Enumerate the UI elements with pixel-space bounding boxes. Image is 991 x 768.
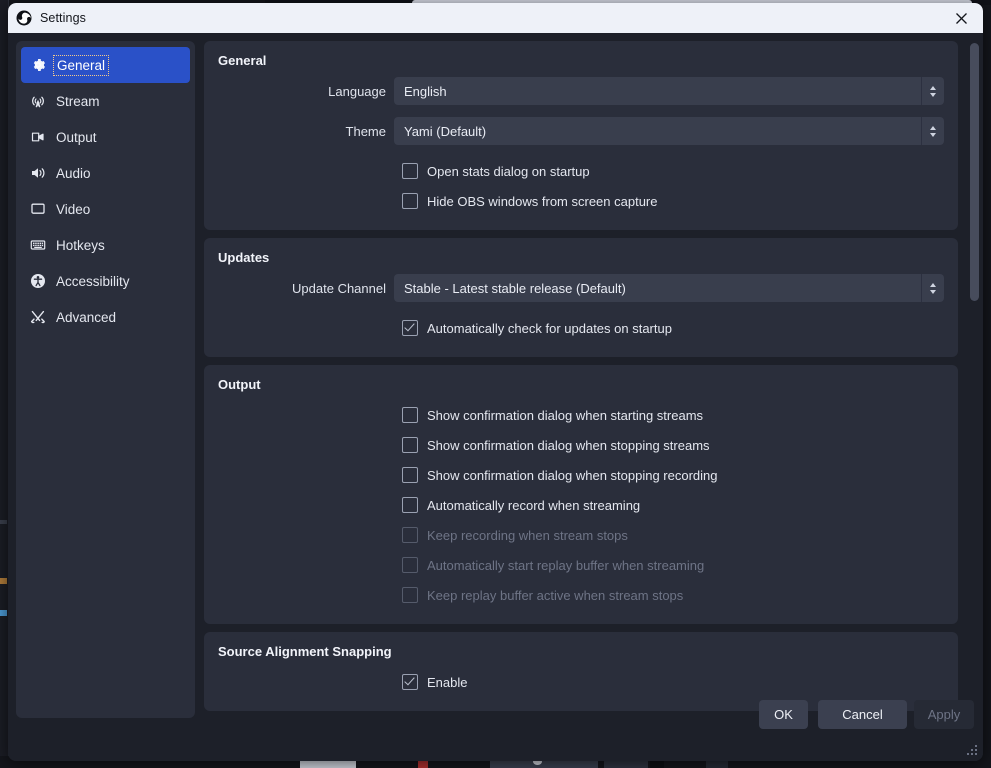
sidebar-item-label: Video (56, 201, 91, 217)
checkbox-box (402, 557, 418, 573)
resize-grip-icon[interactable] (966, 744, 978, 756)
sidebar-item-video[interactable]: Video (21, 191, 190, 227)
accessibility-icon (29, 272, 47, 290)
theme-label: Theme (345, 123, 386, 139)
auto-record-when-streaming-checkbox-row[interactable]: Automatically record when streaming (218, 490, 944, 520)
checkbox-box[interactable] (402, 497, 418, 513)
obs-logo-icon (16, 10, 32, 26)
sidebar-item-accessibility[interactable]: Accessibility (21, 263, 190, 299)
open-stats-dialog-checkbox-row[interactable]: Open stats dialog on startup (218, 156, 944, 186)
confirm-start-stream-checkbox-row[interactable]: Show confirmation dialog when starting s… (218, 400, 944, 430)
update-channel-row: Update Channel Stable - Latest stable re… (218, 273, 944, 303)
dialog-titlebar[interactable]: Settings (8, 3, 983, 33)
background-left-fleck (0, 520, 7, 524)
update-channel-select[interactable]: Stable - Latest stable release (Default) (394, 274, 944, 302)
output-camera-icon (29, 128, 47, 146)
cancel-button[interactable]: Cancel (818, 700, 907, 729)
settings-dialog: Settings General Stream Output Audio Vid… (8, 3, 983, 761)
update-channel-label: Update Channel (292, 280, 386, 296)
settings-category-list: General Stream Output Audio Video Hotkey… (16, 41, 195, 718)
hide-obs-windows-checkbox-row[interactable]: Hide OBS windows from screen capture (218, 186, 944, 216)
dialog-title: Settings (40, 11, 86, 25)
checkbox-label: Automatically start replay buffer when s… (427, 557, 705, 573)
content-scrollbar[interactable] (962, 41, 979, 718)
checkbox-label: Automatically check for updates on start… (427, 320, 672, 336)
language-label: Language (328, 83, 386, 99)
cancel-button-label: Cancel (842, 707, 883, 722)
checkbox-box[interactable] (402, 437, 418, 453)
ok-button[interactable]: OK (759, 700, 808, 729)
background-left-fleck (0, 610, 7, 616)
ok-button-label: OK (774, 707, 793, 722)
checkbox-label: Show confirmation dialog when stopping s… (427, 437, 710, 453)
group-updates: Updates Update Channel Stable - Latest s… (204, 238, 958, 357)
checkbox-box (402, 527, 418, 543)
checkbox-label: Show confirmation dialog when stopping r… (427, 467, 718, 483)
sidebar-item-label: Hotkeys (56, 237, 105, 253)
group-title: General (218, 53, 267, 68)
checkbox-box[interactable] (402, 193, 418, 209)
language-select[interactable]: English (394, 77, 944, 105)
sidebar-item-hotkeys[interactable]: Hotkeys (21, 227, 190, 263)
tools-icon (29, 308, 47, 326)
sidebar-item-label: Accessibility (56, 273, 130, 289)
sidebar-item-audio[interactable]: Audio (21, 155, 190, 191)
chevron-updown-icon[interactable] (921, 274, 944, 302)
language-value: English (404, 83, 447, 99)
theme-select[interactable]: Yami (Default) (394, 117, 944, 145)
scrollbar-thumb[interactable] (970, 43, 979, 301)
keyboard-icon (29, 236, 47, 254)
confirm-stop-recording-checkbox-row[interactable]: Show confirmation dialog when stopping r… (218, 460, 944, 490)
gear-icon (29, 56, 47, 74)
broadcast-icon (29, 92, 47, 110)
speaker-icon (29, 164, 47, 182)
group-output: Output Show confirmation dialog when sta… (204, 365, 958, 624)
group-general: General Language English Theme Yami (Def… (204, 41, 958, 230)
theme-row: Theme Yami (Default) (218, 116, 944, 146)
auto-check-updates-checkbox-row[interactable]: Automatically check for updates on start… (218, 313, 944, 343)
sidebar-item-advanced[interactable]: Advanced (21, 299, 190, 335)
settings-content-area: General Language English Theme Yami (Def… (204, 41, 958, 718)
sidebar-item-label: Output (56, 129, 97, 145)
sidebar-item-output[interactable]: Output (21, 119, 190, 155)
dialog-footer: OK Cancel Apply (8, 688, 983, 761)
keep-recording-when-stream-stops-checkbox-row: Keep recording when stream stops (218, 520, 944, 550)
group-title: Updates (218, 250, 270, 265)
checkbox-label: Keep recording when stream stops (427, 527, 628, 543)
background-left-fleck (0, 578, 7, 584)
checkbox-box[interactable] (402, 407, 418, 423)
sidebar-item-label: General (52, 54, 110, 76)
sidebar-item-stream[interactable]: Stream (21, 83, 190, 119)
chevron-updown-icon[interactable] (921, 77, 944, 105)
group-title: Output (218, 377, 261, 392)
auto-start-replay-buffer-checkbox-row: Automatically start replay buffer when s… (218, 550, 944, 580)
theme-value: Yami (Default) (404, 123, 487, 139)
checkbox-box (402, 587, 418, 603)
dialog-body: General Stream Output Audio Video Hotkey… (8, 33, 983, 761)
close-icon[interactable] (939, 3, 983, 33)
keep-replay-buffer-active-checkbox-row: Keep replay buffer active when stream st… (218, 580, 944, 610)
update-channel-value: Stable - Latest stable release (Default) (404, 280, 626, 296)
sidebar-item-label: Stream (56, 93, 100, 109)
checkbox-label: Open stats dialog on startup (427, 163, 590, 179)
checkbox-box[interactable] (402, 163, 418, 179)
apply-button: Apply (914, 700, 974, 729)
sidebar-item-label: Audio (56, 165, 91, 181)
chevron-updown-icon[interactable] (921, 117, 944, 145)
apply-button-label: Apply (927, 707, 961, 722)
sidebar-item-general[interactable]: General (21, 47, 190, 83)
sidebar-item-label: Advanced (56, 309, 117, 325)
checkbox-box[interactable] (402, 467, 418, 483)
checkbox-label: Show confirmation dialog when starting s… (427, 407, 704, 423)
monitor-icon (29, 200, 47, 218)
checkbox-label: Automatically record when streaming (427, 497, 641, 513)
checkbox-box[interactable] (402, 320, 418, 336)
confirm-stop-stream-checkbox-row[interactable]: Show confirmation dialog when stopping s… (218, 430, 944, 460)
checkbox-label: Hide OBS windows from screen capture (427, 193, 658, 209)
language-row: Language English (218, 76, 944, 106)
group-title: Source Alignment Snapping (218, 644, 392, 659)
checkbox-label: Keep replay buffer active when stream st… (427, 587, 684, 603)
